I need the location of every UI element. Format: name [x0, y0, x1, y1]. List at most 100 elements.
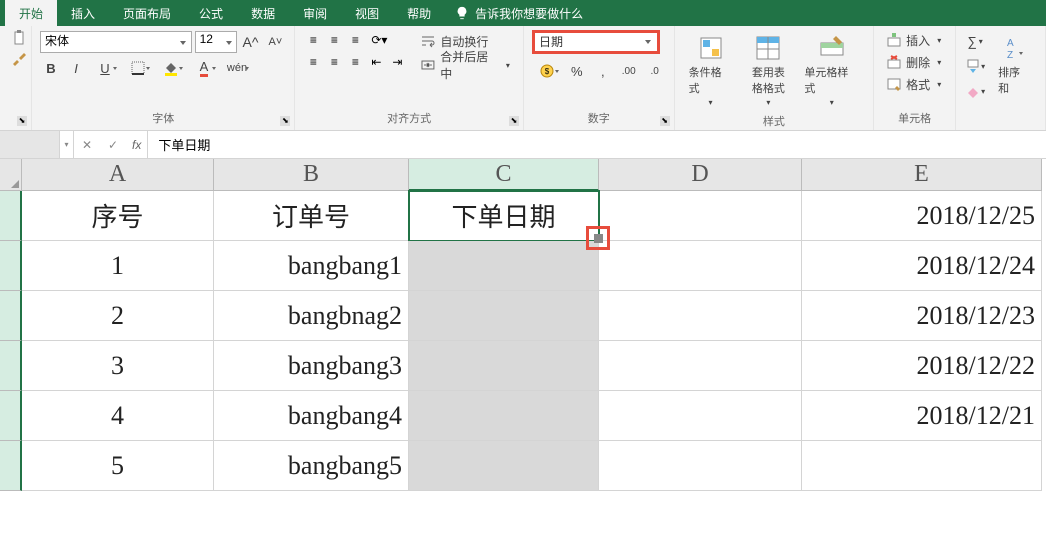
font-size-select[interactable]: 12 — [195, 31, 237, 53]
percent-button[interactable]: % — [566, 60, 588, 82]
cell-c4[interactable] — [409, 341, 599, 391]
align-right-button[interactable]: ≡ — [345, 52, 365, 72]
cancel-formula-button[interactable]: ✕ — [74, 131, 100, 158]
cell-e2[interactable]: 2018/12/24 — [802, 241, 1042, 291]
cell-a1[interactable]: 序号 — [22, 191, 214, 241]
cell-a3[interactable]: 2 — [22, 291, 214, 341]
menu-page-layout[interactable]: 页面布局 — [109, 0, 185, 27]
column-header-d[interactable]: D — [599, 159, 802, 191]
cell-c5[interactable] — [409, 391, 599, 441]
cell-styles-button[interactable]: 单元格样式 ▾ — [798, 30, 865, 111]
cell-c2[interactable] — [409, 241, 599, 291]
cell-b1[interactable]: 订单号 — [214, 191, 409, 241]
align-middle-button[interactable]: ≡ — [324, 30, 344, 50]
row-header[interactable] — [0, 291, 22, 341]
row-header[interactable] — [0, 391, 22, 441]
orientation-button[interactable]: ⟳▾ — [366, 30, 392, 50]
comma-button[interactable]: , — [592, 60, 614, 82]
sort-filter-button[interactable]: AZ 排序和 — [992, 30, 1037, 128]
autosum-button[interactable]: ∑▾ — [964, 30, 986, 52]
delete-cells-button[interactable]: 删除▾ — [882, 52, 947, 72]
cell-b6[interactable]: bangbang5 — [214, 441, 409, 491]
fill-button[interactable]: ▾ — [964, 55, 986, 77]
column-header-a[interactable]: A — [22, 159, 214, 191]
align-launcher[interactable]: ⬊ — [509, 116, 519, 126]
cell-d6[interactable] — [599, 441, 802, 491]
number-format-select[interactable]: 日期 — [532, 30, 660, 54]
cell-e4[interactable]: 2018/12/22 — [802, 341, 1042, 391]
conditional-format-button[interactable]: 条件格式 ▾ — [683, 30, 739, 111]
decrease-decimal-button[interactable]: .0 — [644, 60, 666, 82]
bold-button[interactable]: B — [40, 57, 62, 79]
name-box[interactable] — [0, 131, 60, 158]
row-header[interactable] — [0, 341, 22, 391]
fill-color-button[interactable] — [156, 57, 186, 79]
cell-e6[interactable] — [802, 441, 1042, 491]
merge-center-button[interactable]: 合并后居中 ▾ — [415, 54, 515, 76]
cell-a4[interactable]: 3 — [22, 341, 214, 391]
menu-review[interactable]: 审阅 — [289, 0, 341, 27]
cell-c3[interactable] — [409, 291, 599, 341]
format-cells-button[interactable]: 格式▾ — [882, 74, 947, 94]
formula-input[interactable] — [148, 137, 1046, 152]
menu-view[interactable]: 视图 — [341, 0, 393, 27]
font-color-button[interactable]: A — [189, 57, 219, 79]
clear-button[interactable]: ▾ — [964, 80, 986, 102]
align-left-button[interactable]: ≡ — [303, 52, 323, 72]
cell-c1[interactable]: 下单日期 — [409, 191, 599, 241]
underline-button[interactable]: U — [90, 57, 120, 79]
align-bottom-button[interactable]: ≡ — [345, 30, 365, 50]
column-header-b[interactable]: B — [214, 159, 409, 191]
accept-formula-button[interactable]: ✓ — [100, 131, 126, 158]
clipboard-launcher[interactable]: ⬊ — [17, 116, 27, 126]
italic-button[interactable]: I — [65, 57, 87, 79]
column-header-e[interactable]: E — [802, 159, 1042, 191]
increase-decimal-button[interactable]: .00 — [618, 60, 640, 82]
number-launcher[interactable]: ⬊ — [660, 116, 670, 126]
tell-me-search[interactable]: 告诉我你想要做什么 — [455, 5, 583, 22]
row-header[interactable] — [0, 191, 22, 241]
format-table-button[interactable]: 套用表格格式 ▾ — [740, 30, 796, 111]
cell-a2[interactable]: 1 — [22, 241, 214, 291]
currency-button[interactable]: $ — [532, 60, 562, 82]
cell-d1[interactable] — [599, 191, 802, 241]
fx-label[interactable]: fx — [126, 131, 148, 158]
increase-indent-button[interactable]: ⇥ — [387, 52, 407, 72]
decrease-indent-button[interactable]: ⇤ — [366, 52, 386, 72]
cell-b5[interactable]: bangbang4 — [214, 391, 409, 441]
border-button[interactable] — [123, 57, 153, 79]
align-center-button[interactable]: ≡ — [324, 52, 344, 72]
cell-d4[interactable] — [599, 341, 802, 391]
cell-a5[interactable]: 4 — [22, 391, 214, 441]
fill-handle[interactable] — [586, 226, 610, 250]
cell-e3[interactable]: 2018/12/23 — [802, 291, 1042, 341]
font-family-select[interactable]: 宋体 — [40, 31, 192, 53]
cell-e5[interactable]: 2018/12/21 — [802, 391, 1042, 441]
cell-d3[interactable] — [599, 291, 802, 341]
cell-a6[interactable]: 5 — [22, 441, 214, 491]
cell-e1[interactable]: 2018/12/25 — [802, 191, 1042, 241]
insert-cells-button[interactable]: 插入▾ — [882, 30, 947, 50]
select-all-button[interactable] — [0, 159, 22, 191]
paste-button[interactable] — [8, 30, 30, 100]
row-header[interactable] — [0, 441, 22, 491]
row-header[interactable] — [0, 241, 22, 291]
cell-b4[interactable]: bangbang3 — [214, 341, 409, 391]
name-box-drop[interactable]: ▾ — [60, 131, 74, 158]
decrease-font-button[interactable]: A˅ — [264, 31, 286, 53]
menu-help[interactable]: 帮助 — [393, 0, 445, 27]
menu-data[interactable]: 数据 — [237, 0, 289, 27]
phonetic-button[interactable]: wén — [222, 57, 252, 79]
increase-font-button[interactable]: A^ — [240, 31, 262, 53]
menu-home[interactable]: 开始 — [5, 0, 57, 27]
menu-formulas[interactable]: 公式 — [185, 0, 237, 27]
cell-d2[interactable] — [599, 241, 802, 291]
cell-c6[interactable] — [409, 441, 599, 491]
cell-b3[interactable]: bangbnag2 — [214, 291, 409, 341]
column-header-c[interactable]: C — [409, 159, 599, 191]
cell-d5[interactable] — [599, 391, 802, 441]
font-launcher[interactable]: ⬊ — [280, 116, 290, 126]
menu-insert[interactable]: 插入 — [57, 0, 109, 27]
cell-b2[interactable]: bangbang1 — [214, 241, 409, 291]
align-top-button[interactable]: ≡ — [303, 30, 323, 50]
